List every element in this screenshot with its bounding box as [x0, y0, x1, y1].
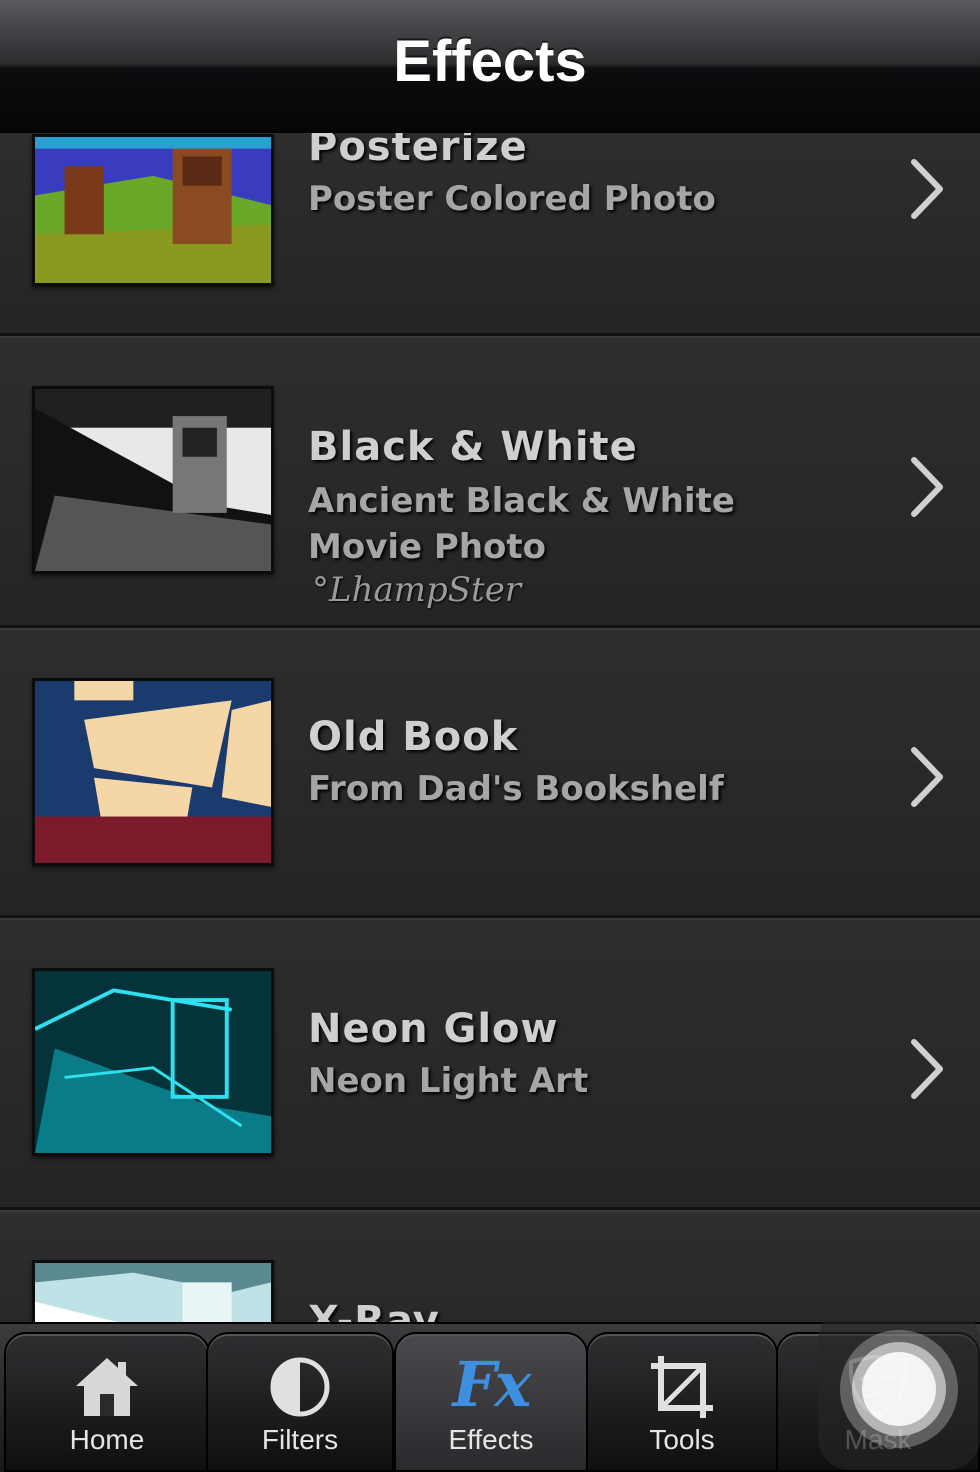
chevron-right-icon [911, 1039, 943, 1099]
effect-subtitle: Neon Light Art [308, 1061, 589, 1101]
effects-list[interactable]: Posterize Poster Colored Photo Black & W… [0, 132, 980, 1322]
list-item-neon-glow[interactable]: Neon Glow Neon Light Art [0, 918, 980, 1210]
house-icon [76, 1358, 138, 1416]
neon-glow-thumbnail [32, 968, 274, 1156]
chevron-right-icon [911, 457, 943, 517]
posterize-thumbnail [32, 134, 274, 286]
black-white-thumbnail [32, 386, 274, 574]
effect-subtitle-line: Ancient Black & White [308, 481, 735, 521]
effect-title: X-Ray [308, 1298, 440, 1322]
effect-subtitle-line: Movie Photo [308, 527, 546, 567]
page-title: Effects [393, 29, 587, 94]
effect-title: Old Book [308, 714, 519, 760]
effect-subtitle: Ancient Black & White Movie Photo [308, 478, 828, 570]
old-book-thumbnail [32, 678, 274, 866]
chevron-right-icon [911, 747, 943, 807]
effect-subtitle: From Dad's Bookshelf [308, 769, 724, 809]
effect-title: Posterize [308, 132, 528, 170]
list-item-x-ray[interactable]: X-Ray [0, 1210, 980, 1322]
chevron-right-icon [911, 159, 943, 219]
list-item-black-white[interactable]: Black & White Ancient Black & White Movi… [0, 336, 980, 628]
effect-subtitle: Poster Colored Photo [308, 179, 716, 219]
nav-header: Effects [0, 0, 980, 133]
effect-title: Black & White [308, 424, 638, 470]
fx-icon: Fx [452, 1348, 532, 1421]
crop-icon [651, 1356, 713, 1418]
tab-tools[interactable]: Tools [586, 1332, 778, 1472]
x-ray-thumbnail [32, 1260, 274, 1322]
effect-title: Neon Glow [308, 1006, 559, 1052]
tab-label: Effects [448, 1424, 534, 1455]
assistive-touch-button[interactable] [818, 1308, 980, 1470]
tab-label: Tools [649, 1424, 715, 1455]
tab-home[interactable]: Home [4, 1332, 210, 1472]
photo-credit: °LhampSter [312, 570, 522, 610]
tab-label: Home [69, 1424, 145, 1455]
half-circle-icon [270, 1357, 330, 1417]
tab-effects[interactable]: Fx Effects [394, 1332, 588, 1472]
list-item-old-book[interactable]: Old Book From Dad's Bookshelf [0, 628, 980, 918]
assistive-touch-ring [862, 1352, 936, 1426]
tab-label: Filters [261, 1424, 339, 1455]
list-item-posterize[interactable]: Posterize Poster Colored Photo [0, 132, 980, 336]
tab-filters[interactable]: Filters [206, 1332, 394, 1472]
